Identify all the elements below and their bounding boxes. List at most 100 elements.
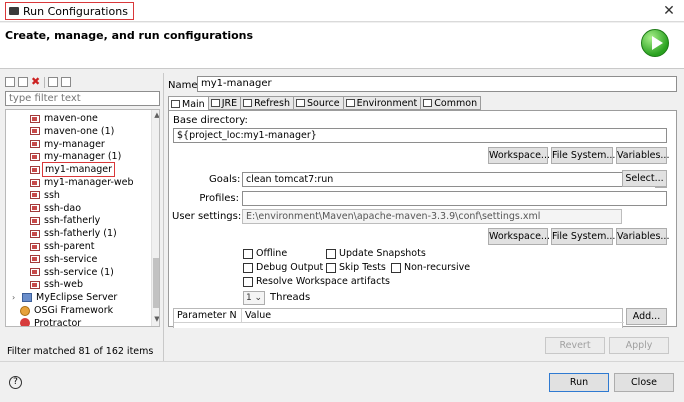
tree-item[interactable]: my1-manager-web (30, 176, 134, 189)
revert-button[interactable]: Revert (545, 337, 605, 354)
debug-output-checkbox[interactable]: Debug Output (243, 262, 323, 273)
select-button-visible[interactable]: Select... (622, 170, 667, 187)
scroll-down-icon[interactable]: ▼ (153, 315, 159, 323)
tab-main[interactable]: Main (168, 96, 208, 111)
tree-item[interactable]: OSGi Framework (20, 304, 113, 317)
param-value-header[interactable]: Value (242, 309, 624, 323)
tree-item[interactable]: my1-manager (30, 162, 116, 178)
tab-environment[interactable]: Environment (342, 96, 421, 110)
user-settings-input[interactable]: E:\environment\Maven\apache-maven-3.3.9\… (242, 209, 622, 224)
skip-tests-checkbox[interactable]: Skip Tests (326, 262, 386, 273)
header-text: Create, manage, and run configurations (5, 29, 254, 42)
variables-button-1[interactable]: Variables... (616, 147, 669, 164)
delete-icon[interactable]: ✖ (31, 76, 41, 87)
tree-item[interactable]: maven-one (30, 112, 98, 125)
workspace-button-2[interactable]: Workspace... (488, 228, 550, 245)
tree-item-label: my1-manager (41, 162, 116, 178)
maven-icon (30, 127, 40, 136)
tab-refresh[interactable]: Refresh (240, 96, 293, 110)
maven-icon (30, 114, 40, 123)
threads-select[interactable]: 1 ⌄ (243, 291, 265, 305)
tree-item[interactable]: › MyEclipse Server (12, 291, 117, 304)
update-snapshots-box[interactable] (326, 248, 336, 259)
offline-box[interactable] (243, 248, 253, 259)
close-button[interactable]: Close (614, 373, 674, 392)
tree-item[interactable]: maven-one (1) (30, 125, 114, 138)
help-icon[interactable]: ? (9, 376, 22, 389)
duplicate-icon[interactable] (18, 77, 28, 87)
run-button[interactable]: Run (549, 373, 609, 392)
maven-icon (30, 191, 40, 200)
maven-icon (30, 165, 40, 174)
tree-item[interactable]: ssh-dao (30, 202, 81, 215)
tree-scrollbar[interactable]: ▲ ▼ (151, 110, 159, 326)
close-icon[interactable]: ✕ (662, 3, 676, 19)
main-tab-icon (171, 100, 180, 108)
refresh-icon (243, 99, 253, 107)
maven-icon (30, 255, 40, 264)
tab-jre[interactable]: JRE (207, 96, 241, 110)
profiles-input[interactable] (242, 191, 667, 206)
base-dir-input[interactable]: ${project_loc:my1-manager} (173, 128, 667, 143)
tab-source[interactable]: Source (292, 96, 343, 110)
tab-common[interactable]: Common (420, 96, 482, 110)
tree-item[interactable]: ssh-service (1) (30, 266, 114, 279)
file-system-button-1[interactable]: File System... (551, 147, 615, 164)
name-input[interactable]: my1-manager (197, 76, 677, 92)
toolbar-separator (44, 76, 45, 88)
run-icon (641, 29, 669, 57)
footer-divider (0, 361, 684, 362)
window-title-wrap: Run Configurations (5, 2, 134, 20)
tree-item-label: maven-one (44, 113, 98, 124)
tree-item[interactable]: my-manager (1) (30, 150, 121, 163)
file-system-button-2[interactable]: File System... (551, 228, 615, 245)
new-config-icon[interactable] (5, 77, 15, 87)
tree-item-label: ssh-fatherly (1) (44, 228, 117, 240)
app-icon (9, 7, 19, 15)
scroll-thumb[interactable] (153, 258, 159, 308)
scroll-up-icon[interactable]: ▲ (153, 111, 159, 119)
config-list-panel: ✖ maven-onemaven-one (1)my-managermy-man… (3, 73, 163, 359)
tree-item[interactable]: ssh-parent (30, 240, 95, 253)
tree-item[interactable]: ssh-fatherly (1) (30, 227, 117, 240)
user-settings-label: User settings: (172, 211, 242, 222)
maven-icon (30, 152, 40, 161)
main-tab-content: Base directory: ${project_loc:my1-manage… (168, 110, 677, 328)
expand-icon[interactable]: › (12, 293, 20, 302)
filter-icon[interactable] (48, 77, 58, 87)
server-icon (22, 293, 32, 303)
filter-input[interactable] (5, 91, 160, 106)
splitter[interactable] (163, 73, 164, 361)
collapse-icon[interactable] (61, 77, 71, 87)
title-bar: Run Configurations ✕ (0, 0, 684, 22)
threads-label: Threads (270, 292, 311, 303)
tree-item[interactable]: ssh-service (30, 253, 97, 266)
tree-item[interactable]: ssh-fatherly (30, 214, 100, 227)
parameter-table: Parameter N Value (173, 308, 624, 328)
apply-button[interactable]: Apply (609, 337, 669, 354)
variables-button-2[interactable]: Variables... (616, 228, 669, 245)
osgi-icon (20, 305, 30, 316)
debug-output-box[interactable] (243, 262, 253, 273)
tree-item[interactable]: ssh-web (30, 278, 83, 291)
tree-item[interactable]: my-manager (30, 138, 105, 151)
maven-icon (30, 140, 40, 149)
tree-item[interactable]: ssh (30, 189, 60, 202)
resolve-workspace-checkbox[interactable]: Resolve Workspace artifacts (243, 276, 390, 287)
non-recursive-box[interactable] (391, 262, 401, 273)
tree-item-label: OSGi Framework (34, 305, 114, 316)
update-snapshots-checkbox[interactable]: Update Snapshots (326, 248, 426, 259)
dialog-header: Create, manage, and run configurations (0, 23, 684, 69)
add-button[interactable]: Add... (626, 308, 667, 325)
non-recursive-checkbox[interactable]: Non-recursive (391, 262, 470, 273)
offline-checkbox[interactable]: Offline (243, 248, 287, 259)
goals-input[interactable]: clean tomcat7:run (242, 172, 652, 187)
goals-label: Goals: (209, 174, 241, 185)
resolve-workspace-box[interactable] (243, 276, 253, 287)
tree-item-label: ssh (44, 189, 60, 201)
skip-tests-box[interactable] (326, 262, 336, 273)
param-name-header[interactable]: Parameter N (174, 309, 242, 323)
tab-bar: Main JRE Refresh Source Environment Comm… (168, 96, 482, 111)
workspace-button-1[interactable]: Workspace... (488, 147, 550, 164)
tree-item[interactable]: Protractor (20, 317, 81, 326)
